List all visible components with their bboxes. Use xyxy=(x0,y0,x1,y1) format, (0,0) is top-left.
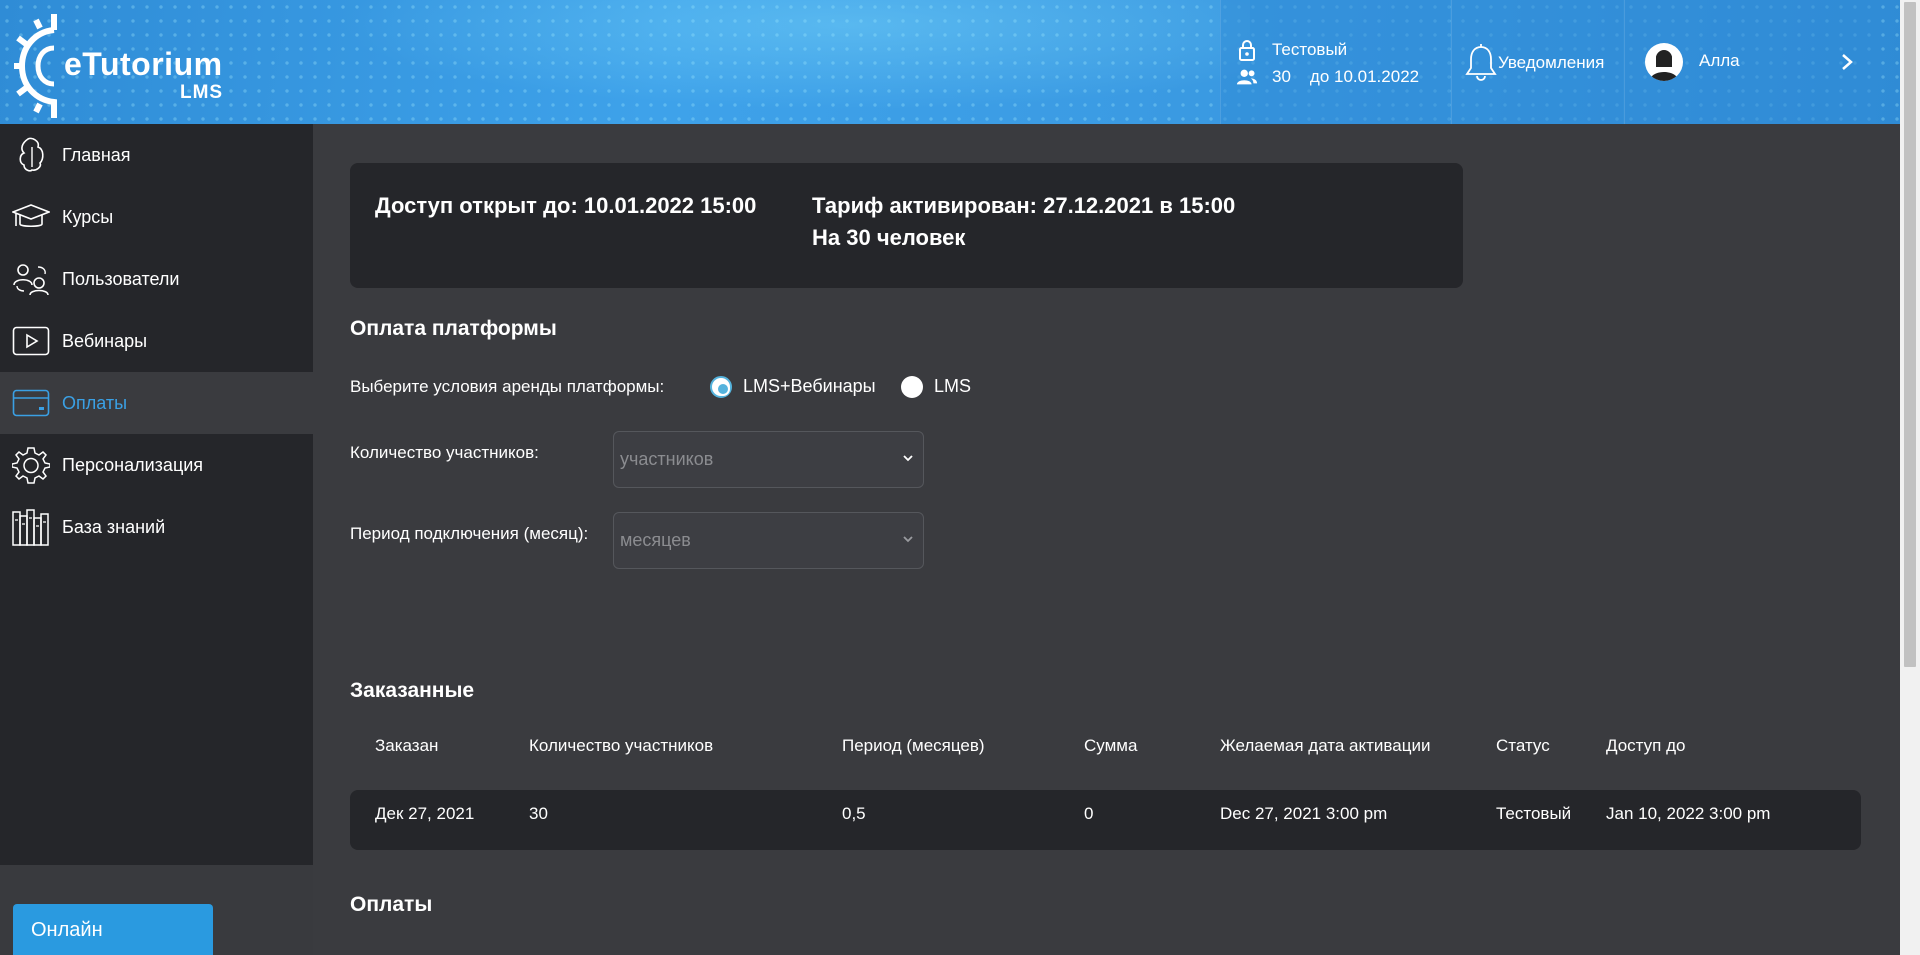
payments-section-title: Оплаты xyxy=(350,893,433,916)
table-cell: 0,5 xyxy=(842,804,866,823)
sidebar-item-users[interactable]: Пользователи xyxy=(0,248,313,310)
sidebar-item-label: Персонализация xyxy=(62,454,204,475)
period-label: Период подключения (месяц): xyxy=(350,524,589,543)
plan-info[interactable]: Тестовый 30 до 10.01.2022 xyxy=(1220,0,1450,124)
avatar xyxy=(1645,43,1683,81)
brand-sub: LMS xyxy=(180,82,224,103)
sidebar-item-webinars[interactable]: Вебинары xyxy=(0,310,313,372)
notifications-button[interactable]: Уведомления xyxy=(1451,0,1623,124)
plan-name: Тестовый xyxy=(1272,40,1348,59)
sidebar-item-home[interactable]: Главная xyxy=(0,124,313,186)
radio-lms-label[interactable]: LMS xyxy=(934,376,971,397)
column-header: Доступ до xyxy=(1606,736,1686,755)
table-cell: Тестовый xyxy=(1496,804,1572,823)
page-scrollbar[interactable] xyxy=(1900,0,1920,955)
card-icon xyxy=(12,384,50,422)
valid-until: до 10.01.2022 xyxy=(1309,67,1420,86)
chevron-right-icon[interactable] xyxy=(1836,51,1858,73)
online-button[interactable]: Онлайн xyxy=(13,904,213,955)
users-icon xyxy=(12,260,50,298)
sidebar-item-personalization[interactable]: Персонализация xyxy=(0,434,313,496)
sidebar-item-label: Вебинары xyxy=(62,330,148,351)
tariff-activated: Тариф активирован: 27.12.2021 в 15:00 xyxy=(812,193,1236,218)
sidebar-item-label: Оплаты xyxy=(62,392,128,413)
column-header: Заказан xyxy=(375,736,439,755)
rent-conditions-label: Выберите условия аренды платформы: xyxy=(350,377,665,396)
sidebar-item-knowledge-base[interactable]: База знаний xyxy=(0,496,313,558)
chevron-down-icon xyxy=(903,455,913,462)
column-header: Сумма xyxy=(1084,736,1138,755)
radio-lms[interactable] xyxy=(901,376,923,398)
table-cell: 0 xyxy=(1084,804,1094,823)
scrollbar-thumb[interactable] xyxy=(1904,2,1916,667)
play-icon xyxy=(12,322,50,360)
sidebar-item-label: Курсы xyxy=(62,206,114,227)
users-count: 30 xyxy=(1272,67,1291,86)
lock-icon xyxy=(1236,39,1258,61)
sidebar-item-label: Пользователи xyxy=(62,268,180,289)
period-select[interactable]: месяцев xyxy=(613,512,924,569)
table-cell: Dec 27, 2021 3:00 pm xyxy=(1220,804,1388,823)
chevron-down-icon xyxy=(903,536,913,543)
participants-label: Количество участников: xyxy=(350,443,539,462)
gear-icon xyxy=(12,446,50,484)
participants-select[interactable]: участников xyxy=(613,431,924,488)
sidebar-item-courses[interactable]: Курсы xyxy=(0,186,313,248)
sidebar-item-label: Главная xyxy=(62,144,131,165)
users-icon xyxy=(1236,66,1258,88)
user-name: Алла xyxy=(1699,51,1740,70)
column-header: Количество участников xyxy=(529,736,714,755)
access-info-card: Доступ открыт до: 10.01.2022 15:00 Тариф… xyxy=(350,163,1463,288)
radio-lms-webinars[interactable] xyxy=(710,376,732,398)
sidebar-item-label: База знаний xyxy=(62,516,166,537)
brand-logo[interactable]: eTutorium LMS xyxy=(12,8,222,118)
access-open-until: Доступ открыт до: 10.01.2022 15:00 xyxy=(375,193,757,218)
table-cell: 30 xyxy=(529,804,548,823)
notifications-label: Уведомления xyxy=(1498,53,1605,72)
table-cell: Дек 27, 2021 xyxy=(375,804,475,823)
graduation-cap-icon xyxy=(12,198,50,236)
sidebar-item-payments[interactable]: Оплаты xyxy=(0,372,313,434)
column-header: Желаемая дата активации xyxy=(1220,736,1431,755)
home-icon xyxy=(12,136,50,174)
radio-lms-webinars-label[interactable]: LMS+Вебинары xyxy=(743,376,876,397)
books-icon xyxy=(12,508,50,546)
tariff-people: На 30 человек xyxy=(812,225,966,250)
orders-section-title: Заказанные xyxy=(350,679,475,702)
column-header: Период (месяцев) xyxy=(842,736,985,755)
brand-name: eTutorium xyxy=(64,46,223,82)
period-placeholder: месяцев xyxy=(620,530,691,550)
table-cell: Jan 10, 2022 3:00 pm xyxy=(1606,804,1771,823)
top-header: eTutorium LMS Тестовый 30 до 10.01.2022 … xyxy=(0,0,1900,124)
participants-placeholder: участников xyxy=(620,449,714,469)
column-header: Статус xyxy=(1496,736,1550,755)
payment-section-title: Оплата платформы xyxy=(350,317,557,340)
user-menu[interactable]: Алла xyxy=(1624,0,1876,124)
bell-icon xyxy=(1464,44,1498,82)
